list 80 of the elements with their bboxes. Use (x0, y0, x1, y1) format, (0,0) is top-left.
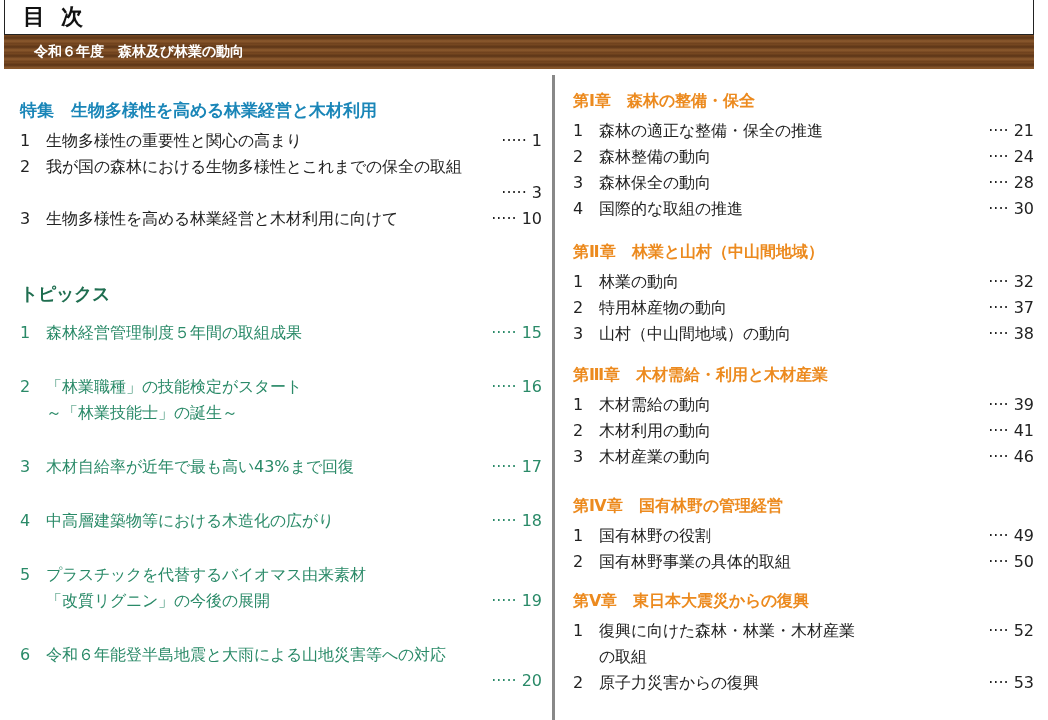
item-number: 3 (573, 446, 585, 468)
item-number: 2 (573, 420, 585, 442)
item-title: 原子力災害からの復興 (599, 672, 760, 694)
item-title: 生物多様性の重要性と関心の高まり (46, 130, 303, 152)
item-number: 2 (573, 551, 585, 573)
page-number: ····· 3 (501, 182, 542, 204)
item-title: 生物多様性を高める林業経営と木材利用に向けて (46, 208, 399, 230)
item-title: 森林の適正な整備・保全の推進 (599, 120, 824, 142)
item-number: 1 (20, 130, 32, 152)
chapter-heading: 第Ⅳ章 国有林野の管理経営 (573, 496, 784, 517)
item-title: 森林経営管理制度５年間の取組成果 (46, 322, 303, 344)
item-title: 森林整備の動向 (599, 146, 712, 168)
page-number: ···· 32 (988, 271, 1034, 293)
item-number: 1 (573, 620, 585, 642)
page-number: ···· 49 (988, 525, 1034, 547)
item-number: 2 (573, 146, 585, 168)
item-title: 木材自給率が近年で最も高い43%まで回復 (46, 456, 355, 478)
item-title: 森林保全の動向 (599, 172, 712, 194)
item-title: ～「林業技能士」の誕生～ (46, 402, 239, 424)
section-heading: 特集 生物多様性を高める林業経営と木材利用 (20, 99, 378, 122)
page-number: ····· 18 (491, 510, 542, 532)
item-title: 復興に向けた森林・林業・木材産業 (599, 620, 856, 642)
item-title: 「改質リグニン」の今後の展開 (46, 590, 271, 612)
item-number: 3 (20, 456, 32, 478)
item-number: 2 (573, 672, 585, 694)
section-heading: トピックス (20, 282, 111, 306)
page-number: ····· 20 (491, 670, 542, 692)
item-number: 2 (20, 376, 32, 398)
item-title: 山村（中山間地域）の動向 (599, 323, 792, 345)
page-number: ····· 10 (491, 208, 542, 230)
page-number: ···· 39 (988, 394, 1034, 416)
item-number: 3 (20, 208, 32, 230)
page-number: ···· 50 (988, 551, 1034, 573)
item-title: 木材利用の動向 (599, 420, 712, 442)
page-number: ···· 53 (988, 672, 1034, 694)
chapter-heading: 第Ⅲ章 木材需給・利用と木材産業 (573, 365, 830, 386)
page-number: ···· 38 (988, 323, 1034, 345)
page-number: ····· 15 (491, 322, 542, 344)
page-number: ···· 37 (988, 297, 1034, 319)
item-number: 4 (20, 510, 32, 532)
item-title: 国有林野の役割 (599, 525, 712, 547)
item-number: 6 (20, 644, 32, 666)
item-number: 1 (573, 120, 585, 142)
page-number: ····· 19 (491, 590, 542, 612)
item-number: 1 (573, 394, 585, 416)
item-number: 4 (573, 198, 585, 220)
chapter-heading: 第Ⅴ章 東日本大震災からの復興 (573, 591, 811, 612)
chapter-heading: 第Ⅱ章 林業と山村（中山間地域） (573, 242, 825, 263)
page-number: ····· 16 (491, 376, 542, 398)
page-number: ···· 41 (988, 420, 1034, 442)
item-number: 2 (20, 156, 32, 178)
item-title: 令和６年能登半島地震と大雨による山地災害等への対応 (46, 644, 447, 666)
page-number: ···· 46 (988, 446, 1034, 468)
item-number: 2 (573, 297, 585, 319)
page-number: ···· 30 (988, 198, 1034, 220)
item-title: 「林業職種」の技能検定がスタート (46, 376, 303, 398)
item-title: 中高層建築物等における木造化の広がり (46, 510, 335, 532)
item-number: 3 (573, 323, 585, 345)
page-number: ···· 28 (988, 172, 1034, 194)
item-title: プラスチックを代替するバイオマス由来素材 (46, 564, 367, 586)
item-title: 木材需給の動向 (599, 394, 712, 416)
item-title: 国際的な取組の推進 (599, 198, 744, 220)
item-number: 1 (20, 322, 32, 344)
page-number: ···· 52 (988, 620, 1034, 642)
item-number: 5 (20, 564, 32, 586)
page-number: ···· 21 (988, 120, 1034, 142)
report-banner: 令和６年度 森林及び林業の動向 (4, 35, 1034, 69)
item-number: 1 (573, 271, 585, 293)
item-title: 木材産業の動向 (599, 446, 712, 468)
page-number: ····· 17 (491, 456, 542, 478)
item-title: 特用林産物の動向 (599, 297, 728, 319)
item-number: 3 (573, 172, 585, 194)
page-number: ····· 1 (501, 130, 542, 152)
page-number: ···· 24 (988, 146, 1034, 168)
item-title: 林業の動向 (599, 271, 680, 293)
item-title: 我が国の森林における生物多様性とこれまでの保全の取組 (46, 156, 463, 178)
item-title: 国有林野事業の具体的取組 (599, 551, 792, 573)
item-number: 1 (573, 525, 585, 547)
chapter-heading: 第Ⅰ章 森林の整備・保全 (573, 91, 756, 112)
item-title: の取組 (599, 646, 648, 668)
